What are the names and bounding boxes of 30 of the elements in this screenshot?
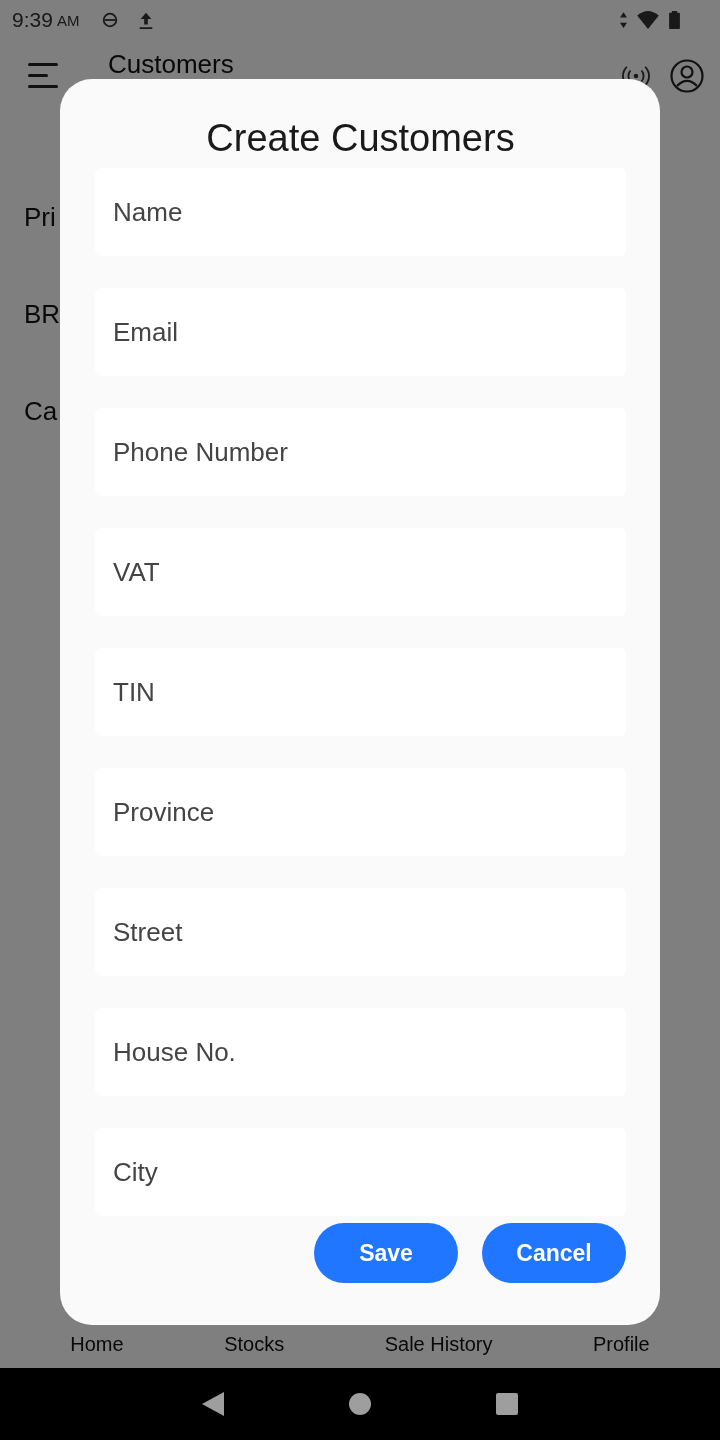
save-button[interactable]: Save xyxy=(314,1223,458,1283)
input-field[interactable]: City xyxy=(95,1128,626,1216)
input-field[interactable]: Name xyxy=(95,168,626,256)
data-arrows-icon xyxy=(620,12,627,28)
list-item[interactable]: Ca xyxy=(24,396,58,427)
nav-tab[interactable]: Home xyxy=(70,1332,124,1356)
wifi-icon xyxy=(637,11,659,29)
input-field[interactable]: VAT xyxy=(95,528,626,616)
list-item[interactable]: Pri xyxy=(24,202,56,233)
input-field[interactable]: Phone Number xyxy=(95,408,626,496)
cancel-button[interactable]: Cancel xyxy=(482,1223,626,1283)
page-title: Customers xyxy=(108,50,234,78)
back-icon[interactable] xyxy=(202,1392,225,1416)
nav-tab[interactable]: Profile xyxy=(593,1332,650,1356)
recents-icon[interactable] xyxy=(495,1393,518,1415)
input-field[interactable]: House No. xyxy=(95,1008,626,1096)
input-field[interactable]: Province xyxy=(95,768,626,856)
dialog-title: Create Customers xyxy=(206,116,515,161)
home-icon[interactable] xyxy=(349,1393,371,1415)
input-field[interactable]: Street xyxy=(95,888,626,976)
list-item[interactable]: BR xyxy=(24,299,61,330)
menu-icon[interactable] xyxy=(28,63,58,89)
status-meridiem: AM xyxy=(56,11,80,29)
nav-tab[interactable]: Sale History xyxy=(384,1332,493,1356)
profile-icon[interactable] xyxy=(670,59,704,93)
input-field[interactable]: Email xyxy=(95,288,626,376)
nav-tab[interactable]: Stocks xyxy=(224,1332,285,1356)
status-time: 9:39 xyxy=(12,8,53,32)
battery-icon xyxy=(669,11,680,29)
input-field[interactable]: TIN xyxy=(95,648,626,736)
